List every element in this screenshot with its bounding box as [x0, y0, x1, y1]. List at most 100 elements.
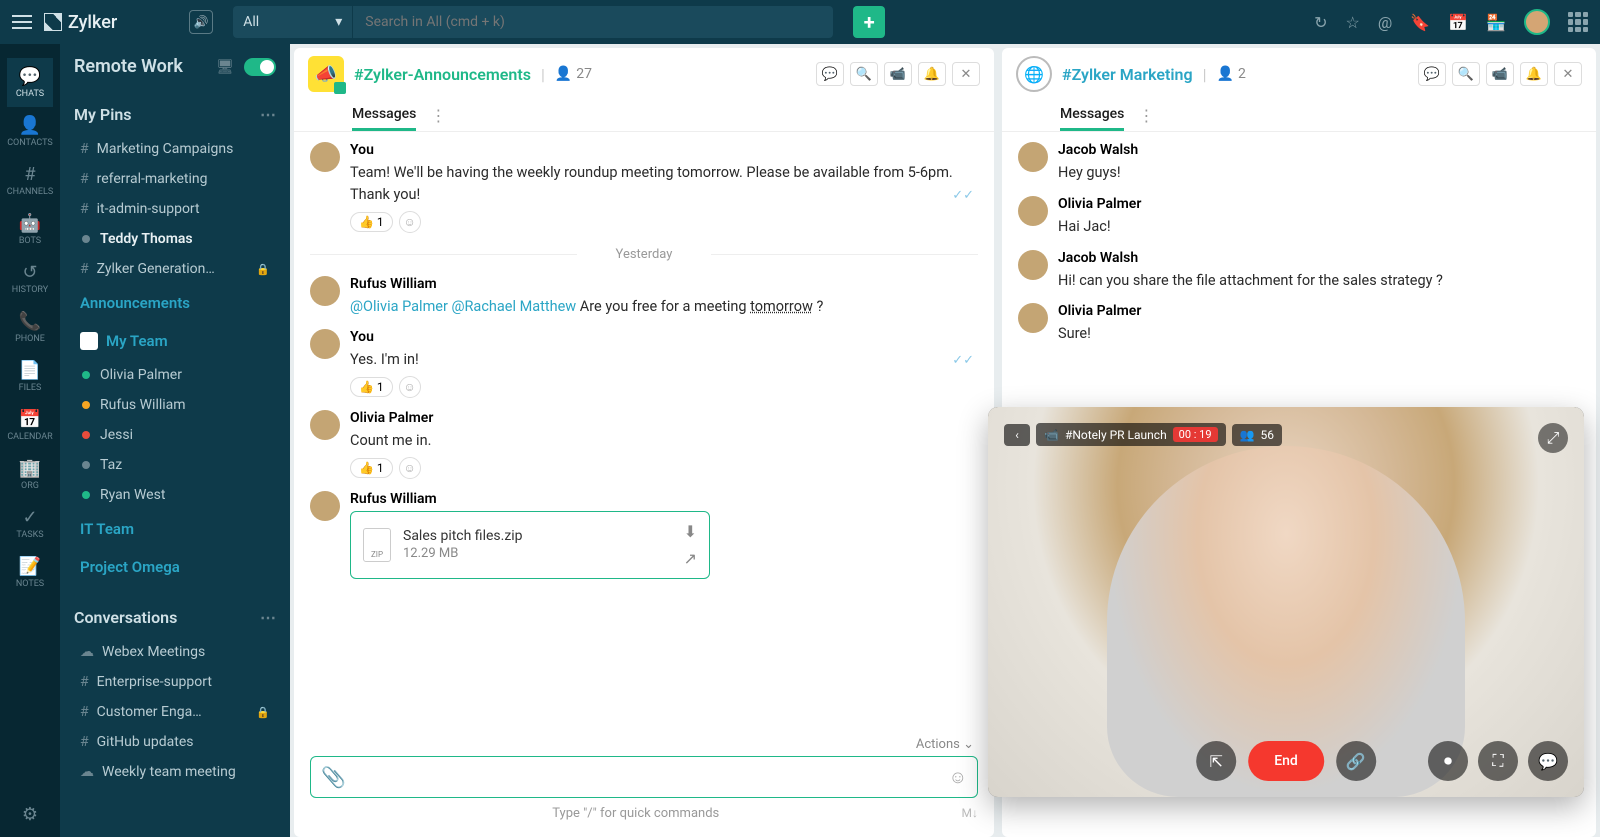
sidebar-item[interactable]: Olivia Palmer	[74, 360, 276, 390]
more-icon[interactable]: ⋯	[260, 608, 276, 627]
back-icon[interactable]: ‹	[1004, 424, 1030, 446]
speaker-icon[interactable]: 🔊	[189, 10, 213, 34]
message: YouTeam! We'll be having the weekly roun…	[310, 142, 978, 233]
actions-dropdown[interactable]: Actions ⌄	[916, 737, 974, 752]
add-reaction-icon[interactable]: ☺	[399, 376, 421, 398]
reaction[interactable]: 👍 1	[350, 212, 393, 232]
add-button[interactable]: +	[853, 6, 885, 38]
share-icon[interactable]: ↗	[684, 549, 697, 568]
topbar-actions: ↻ ☆ @ 🔖 📅 🏪	[1314, 9, 1588, 35]
sidebar-item[interactable]: #referral-marketing	[74, 164, 276, 194]
record-icon[interactable]: ⏺	[1428, 741, 1468, 781]
settings-icon[interactable]: ⚙	[22, 792, 38, 837]
refresh-icon[interactable]: ↻	[1314, 13, 1327, 32]
more-icon[interactable]: ⋯	[260, 105, 276, 124]
brand-name: Zylker	[68, 12, 117, 33]
message-author: You	[350, 142, 978, 158]
store-icon[interactable]: 🏪	[1486, 13, 1506, 32]
bell-icon[interactable]: 🔔	[918, 62, 946, 86]
rail-channels[interactable]: #CHANNELS	[7, 156, 53, 205]
cat-omega[interactable]: Project Omega	[74, 548, 276, 586]
apps-icon[interactable]	[1568, 12, 1588, 32]
rail-tasks[interactable]: ✓TASKS	[7, 499, 53, 548]
mention-icon[interactable]: @	[1378, 13, 1392, 32]
channel-members[interactable]: 👤 27	[555, 66, 592, 82]
sidebar-item[interactable]: Teddy Thomas	[74, 224, 276, 254]
rail-org[interactable]: 🏢ORG	[7, 450, 53, 499]
video-icon[interactable]: 📹	[1486, 62, 1514, 86]
bookmark-icon[interactable]: 🔖	[1410, 13, 1430, 32]
rail-bots[interactable]: 🤖BOTS	[7, 205, 53, 254]
markdown-icon[interactable]: M↓	[962, 806, 978, 820]
sidebar-item[interactable]: #Enterprise-support	[74, 667, 276, 697]
end-call-button[interactable]: End	[1248, 741, 1324, 781]
sidebar-item[interactable]: Ryan West	[74, 480, 276, 510]
search-scope: All	[243, 14, 259, 30]
message: Olivia PalmerSure!	[1018, 303, 1580, 345]
file-attachment[interactable]: ZIPSales pitch files.zip12.29 MB⬇↗	[350, 511, 710, 579]
sidebar-item[interactable]: ☁Weekly team meeting	[74, 757, 276, 787]
sidebar-item[interactable]: #it-admin-support	[74, 194, 276, 224]
sidebar-item[interactable]: #Customer Enga…🔒	[74, 697, 276, 727]
user-avatar[interactable]	[1524, 9, 1550, 35]
search-input[interactable]	[353, 6, 833, 38]
rail-phone[interactable]: 📞PHONE	[7, 303, 53, 352]
chat-icon[interactable]: 💬	[816, 62, 844, 86]
bell-icon[interactable]: 🔔	[1520, 62, 1548, 86]
rail-notes[interactable]: 📝NOTES	[7, 548, 53, 597]
cat-myteam[interactable]: My Team	[74, 322, 276, 360]
channel-members[interactable]: 👤 2	[1217, 66, 1246, 82]
search-scope-dropdown[interactable]: All ▾	[233, 6, 353, 38]
sidebar-item[interactable]: ☁Webex Meetings	[74, 637, 276, 667]
tab-messages[interactable]: Messages	[1060, 100, 1124, 131]
sidebar-item[interactable]: Jessi	[74, 420, 276, 450]
message-composer: 📎 ☺	[310, 756, 978, 798]
rail-history[interactable]: ↺HISTORY	[7, 254, 53, 303]
sidebar-item[interactable]: #Marketing Campaigns	[74, 134, 276, 164]
add-reaction-icon[interactable]: ☺	[399, 457, 421, 479]
search-icon[interactable]: 🔍	[850, 62, 878, 86]
rail-contacts[interactable]: 👤CONTACTS	[7, 107, 53, 156]
viewer-count[interactable]: 👥 56	[1232, 424, 1282, 446]
tab-more-icon[interactable]: ⋮	[1138, 106, 1154, 125]
sidebar-item[interactable]: Rufus William	[74, 390, 276, 420]
chat-icon[interactable]: 💬	[1418, 62, 1446, 86]
chat-icon[interactable]: 💬	[1528, 741, 1568, 781]
message-author: Rufus William	[350, 276, 978, 292]
video-icon[interactable]: 📹	[884, 62, 912, 86]
menu-icon[interactable]	[12, 15, 32, 29]
fullscreen-icon[interactable]: ⛶	[1478, 741, 1518, 781]
tab-messages[interactable]: Messages	[352, 100, 416, 131]
reaction[interactable]: 👍 1	[350, 458, 393, 478]
channel-name[interactable]: #Zylker-Announcements	[354, 65, 531, 84]
expand-icon[interactable]: ⤢	[1538, 423, 1568, 453]
monitor-icon[interactable]: 🖥	[216, 59, 234, 75]
tab-more-icon[interactable]: ⋮	[430, 106, 446, 125]
reaction[interactable]: 👍 1	[350, 377, 393, 397]
avatar	[1018, 142, 1048, 172]
sidebar-item[interactable]: #Zylker Generation…🔒	[74, 254, 276, 284]
search-icon[interactable]: 🔍	[1452, 62, 1480, 86]
emoji-icon[interactable]: ☺	[949, 767, 967, 788]
close-icon[interactable]: ✕	[1554, 62, 1582, 86]
calendar-icon[interactable]: 📅	[1448, 13, 1468, 32]
attach-icon[interactable]: 📎	[321, 765, 346, 789]
message-text: Count me in.	[350, 430, 978, 452]
rail-chats[interactable]: 💬CHATS	[7, 58, 53, 107]
cat-announcements[interactable]: Announcements	[74, 284, 276, 322]
rail-calendar[interactable]: 📅CALENDAR	[7, 401, 53, 450]
star-icon[interactable]: ☆	[1346, 13, 1360, 32]
download-icon[interactable]: ⬇	[684, 522, 697, 541]
sidebar-item[interactable]: Taz	[74, 450, 276, 480]
sidebar-item[interactable]: #GitHub updates	[74, 727, 276, 757]
avatar	[1018, 250, 1048, 280]
close-icon[interactable]: ✕	[952, 62, 980, 86]
cat-it[interactable]: IT Team	[74, 510, 276, 548]
rail-files[interactable]: 📄FILES	[7, 352, 53, 401]
channel-name[interactable]: #Zylker Marketing	[1062, 65, 1193, 84]
add-reaction-icon[interactable]: ☺	[399, 211, 421, 233]
status-toggle[interactable]	[244, 58, 276, 76]
message-input[interactable]	[356, 769, 939, 785]
share-screen-icon[interactable]: ⇱	[1196, 741, 1236, 781]
link-icon[interactable]: 🔗	[1336, 741, 1376, 781]
